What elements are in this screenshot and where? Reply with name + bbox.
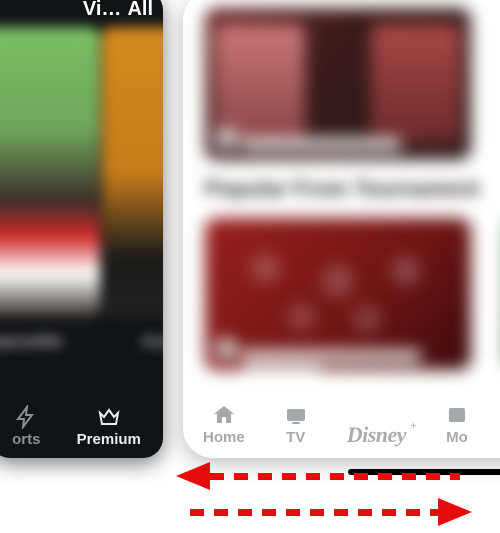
nav-label: Premium — [77, 431, 141, 448]
vi-label: Vi… — [83, 0, 122, 21]
home-icon — [211, 403, 237, 427]
nav-item-home[interactable]: Home — [203, 403, 245, 446]
arrowhead-left-icon — [176, 462, 210, 490]
movies-icon — [444, 403, 470, 427]
poster-thumbnail[interactable] — [0, 27, 100, 317]
nav-item-disney[interactable]: Disney — [347, 420, 406, 446]
poster-caption: #Leh — [142, 333, 163, 350]
lightning-icon — [13, 405, 39, 429]
nav-label: Home — [203, 429, 245, 446]
play-icon[interactable] — [215, 338, 237, 360]
video-caption — [241, 366, 321, 370]
tv-icon — [283, 403, 309, 427]
home-indicator[interactable] — [348, 469, 500, 475]
left-header: Vi… All — [0, 0, 163, 27]
left-app-card: Vi… All Impossible #Leh orts Premium — [0, 0, 163, 458]
video-card[interactable] — [205, 218, 471, 370]
play-icon[interactable] — [215, 128, 237, 150]
nav-label: TV — [286, 429, 305, 446]
nav-item-premium[interactable]: Premium — [77, 405, 141, 448]
nav-item-tv[interactable]: TV — [283, 403, 309, 446]
poster-thumbnail[interactable] — [102, 27, 163, 317]
poster-caption: Impossible — [0, 333, 62, 350]
crown-icon — [96, 405, 122, 429]
video-caption — [241, 350, 421, 362]
poster-captions: Impossible #Leh — [0, 333, 163, 350]
poster-row[interactable] — [0, 27, 163, 337]
view-all-link[interactable]: All — [127, 0, 153, 21]
video-card[interactable] — [205, 8, 471, 160]
right-bottom-nav: Home TV Disney Mo — [183, 403, 500, 446]
nav-item-sports[interactable]: orts — [12, 405, 40, 448]
left-bottom-nav: orts Premium — [0, 395, 163, 448]
section-title: Popular From Tournament — [205, 176, 480, 202]
right-app-card: Popular From Tournament Home TV Disney — [183, 0, 500, 458]
arrowhead-right-icon — [438, 498, 472, 526]
disney-plus-logo: Disney — [347, 422, 406, 448]
nav-item-movies[interactable]: Mo — [444, 403, 470, 446]
nav-label: Mo — [446, 429, 468, 446]
video-caption — [241, 138, 401, 150]
nav-label: orts — [12, 431, 40, 448]
